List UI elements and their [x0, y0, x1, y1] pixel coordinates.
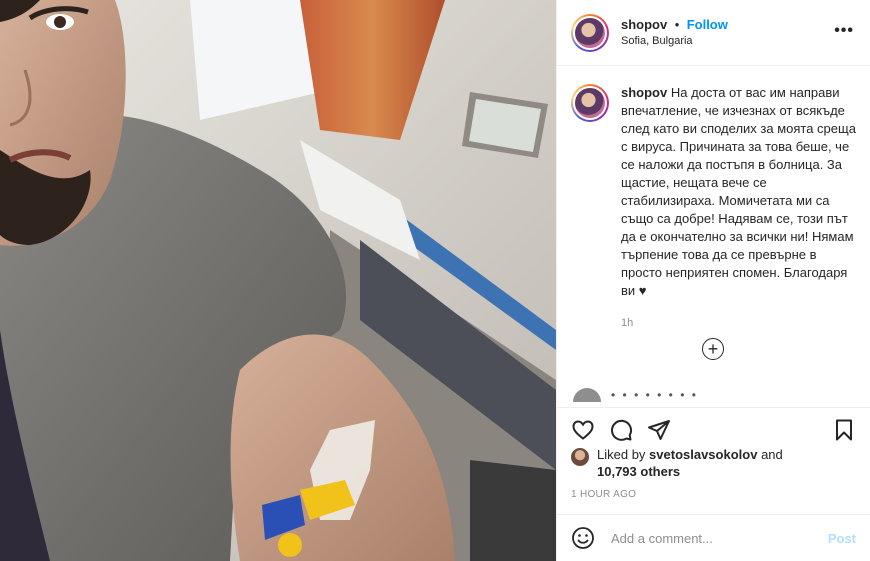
location-link[interactable]: Sofia, Bulgaria	[621, 33, 728, 50]
instagram-post: shopov • Follow Sofia, Bulgaria ••• shop…	[0, 0, 870, 561]
caption-username[interactable]: shopov	[621, 85, 667, 100]
comment-avatar[interactable]	[573, 388, 601, 402]
hospital-selfie-image	[0, 0, 556, 561]
add-comment-bar: Post	[557, 514, 870, 561]
caption-time[interactable]: 1h	[621, 314, 856, 332]
post-timestamp[interactable]: 1 HOUR AGO	[557, 488, 870, 514]
share-icon[interactable]	[647, 418, 671, 442]
likes-summary: Liked by svetoslavsokolov and 10,793 oth…	[557, 446, 870, 484]
comments-section: shopov На доста от вас им направи впечат…	[557, 66, 870, 407]
caption-text: На доста от вас им направи впечатление, …	[621, 85, 856, 298]
comment-input[interactable]	[609, 529, 828, 547]
post-header: shopov • Follow Sofia, Bulgaria •••	[557, 0, 870, 66]
author-avatar[interactable]	[571, 13, 609, 52]
likes-conjunction: and	[761, 447, 783, 462]
action-bar	[557, 407, 870, 446]
follow-button[interactable]: Follow	[687, 17, 728, 32]
liker-avatar[interactable]	[571, 448, 589, 466]
add-circle-icon[interactable]: +	[702, 338, 724, 360]
more-icon[interactable]: •••	[834, 23, 854, 39]
comment-icon[interactable]	[609, 418, 633, 442]
post-photo[interactable]	[0, 0, 556, 561]
caption: shopov На доста от вас им направи впечат…	[557, 66, 870, 332]
caption-body: shopov На доста от вас им направи впечат…	[621, 84, 856, 332]
author-username[interactable]: shopov	[621, 17, 667, 32]
partial-comment-row: • • • • • • • •	[571, 388, 851, 402]
post-side-panel: shopov • Follow Sofia, Bulgaria ••• shop…	[556, 0, 870, 561]
author-info: shopov • Follow Sofia, Bulgaria	[621, 16, 728, 50]
likes-prefix: Liked by	[597, 447, 646, 462]
likes-others[interactable]: 10,793 others	[597, 464, 680, 479]
bookmark-icon[interactable]	[832, 418, 856, 442]
heart-icon[interactable]	[571, 418, 595, 442]
partial-comment-text: • • • • • • • •	[611, 388, 698, 402]
caption-avatar[interactable]	[571, 84, 609, 122]
likes-text: Liked by svetoslavsokolov and 10,793 oth…	[597, 446, 783, 480]
emoji-icon[interactable]	[571, 526, 595, 550]
post-comment-button[interactable]: Post	[828, 531, 856, 546]
liker-username[interactable]: svetoslavsokolov	[649, 447, 757, 462]
separator-dot: •	[674, 16, 680, 32]
